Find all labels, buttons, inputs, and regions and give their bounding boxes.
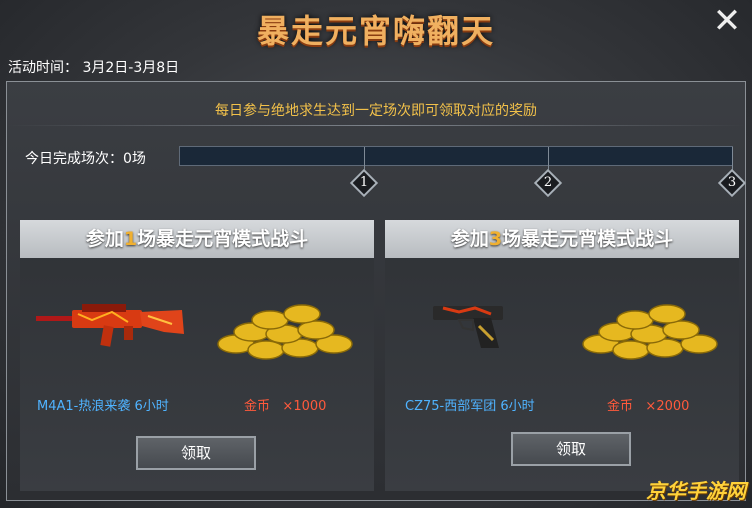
reward-tip: 每日参与绝地求生达到一定场次即可领取对应的奖励	[215, 103, 537, 119]
card-heading: 参加3场暴走元宵模式战斗	[385, 220, 739, 258]
milestone-3: 3	[717, 168, 747, 198]
completed-count: 今日完成场次：0场	[25, 151, 146, 167]
close-icon[interactable]: ✕	[710, 4, 744, 38]
rifle-icon	[36, 304, 184, 347]
event-time: 活动时间： 3月2日-3月8日	[8, 60, 180, 76]
reward-item-name: M4A1-热浪来袭 6小时	[37, 399, 169, 414]
watermark: 京华手游网	[646, 479, 746, 503]
gold-coins-icon	[217, 304, 353, 360]
gold-coins-icon	[582, 304, 718, 360]
reward-item-name: CZ75-西部军团 6小时	[405, 399, 535, 414]
reward-card-2: 参加3场暴走元宵模式战斗 CZ75-西部军团 6小时 金币 ×2000 领取	[385, 220, 739, 491]
claim-button-1[interactable]: 领取	[136, 436, 256, 470]
gold-reward: 金币 ×1000	[244, 399, 327, 414]
reward-card-1: 参加1场暴走元宵模式战斗 M4A1-热浪来袭 6小时 金币 ×1000 领取	[20, 220, 374, 491]
claim-button-2[interactable]: 领取	[511, 432, 631, 466]
card-heading: 参加1场暴走元宵模式战斗	[20, 220, 374, 258]
pistol-icon	[433, 306, 503, 348]
progress-bar	[179, 146, 733, 175]
milestone-2: 2	[533, 168, 563, 198]
milestone-1: 1	[349, 168, 379, 198]
divider	[7, 125, 745, 126]
gold-reward: 金币 ×2000	[607, 399, 690, 414]
reward-panel: 每日参与绝地求生达到一定场次即可领取对应的奖励 今日完成场次：0场 1 2 3 …	[6, 81, 747, 501]
page-title: 暴走元宵嗨翻天	[256, 12, 495, 50]
